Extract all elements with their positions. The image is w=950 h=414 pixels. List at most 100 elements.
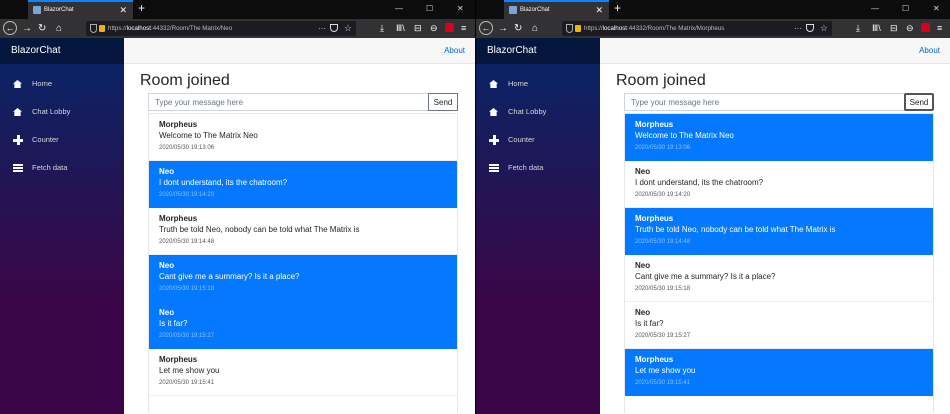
library-icon[interactable]: Ⅲ\ xyxy=(396,21,405,36)
account-icon[interactable]: ⊖ xyxy=(906,21,914,36)
bookmark-star-icon[interactable]: ☆ xyxy=(344,21,352,36)
send-button[interactable]: Send xyxy=(904,93,934,111)
message-timestamp: 2020/05/30 19:15:27 xyxy=(635,333,691,339)
reload-icon[interactable]: ↻ xyxy=(38,21,46,36)
page-actions-icon[interactable]: ··· xyxy=(318,21,326,36)
navigation-toolbar: ← → ↻ ⌂ https://localhost:44332/Room/The… xyxy=(0,19,475,38)
brand-title[interactable]: BlazorChat xyxy=(476,38,600,64)
download-icon[interactable]: ⤓ xyxy=(380,21,384,36)
hamburger-menu-icon[interactable]: ≡ xyxy=(937,21,942,36)
about-link[interactable]: About xyxy=(444,38,465,64)
browser-tab[interactable]: BlazorChat ✕ xyxy=(504,0,609,19)
library-icon[interactable]: Ⅲ\ xyxy=(872,21,881,36)
message-timestamp: 2020/05/30 19:15:18 xyxy=(635,286,691,292)
nav-item-counter[interactable]: Counter xyxy=(476,126,600,154)
reload-icon[interactable]: ↻ xyxy=(514,21,522,36)
url-host: localhost xyxy=(602,25,627,32)
message-author: Morpheus xyxy=(159,355,198,364)
home-icon[interactable]: ⌂ xyxy=(56,21,62,36)
brand-title[interactable]: BlazorChat xyxy=(0,38,124,64)
page-actions-icon[interactable]: ··· xyxy=(794,21,802,36)
tab-close-icon[interactable]: ✕ xyxy=(595,2,603,19)
message-timestamp: 2020/05/30 19:14:48 xyxy=(159,239,215,245)
bookmark-star-icon[interactable]: ☆ xyxy=(820,21,828,36)
nav-label: Counter xyxy=(32,135,59,144)
new-tab-icon[interactable]: + xyxy=(614,1,621,16)
minimize-icon[interactable]: — xyxy=(871,2,879,15)
message-text: Truth be told Neo, nobody can be told wh… xyxy=(159,225,360,234)
tab-title: BlazorChat xyxy=(44,7,74,13)
main-area: About Room joined Send Morpheus Welcome t… xyxy=(124,38,475,414)
lock-icon[interactable] xyxy=(99,25,105,32)
address-bar[interactable]: https://localhost:44332/Room/The Matrix/… xyxy=(86,21,356,36)
message-text: I dont understand, its the chatroom? xyxy=(635,178,764,187)
addon-badge-icon[interactable] xyxy=(445,23,454,32)
chat-message: Morpheus Truth be told Neo, nobody can be… xyxy=(149,208,457,255)
forward-arrow-icon[interactable]: → xyxy=(22,21,32,36)
chat-message: Neo I dont understand, its the chatroom? 2… xyxy=(625,161,933,208)
message-text: Welcome to The Matrix Neo xyxy=(635,131,734,140)
message-timestamp: 2020/05/30 19:15:41 xyxy=(159,380,215,386)
message-author: Neo xyxy=(159,308,175,317)
page-content: BlazorChat Home Chat Lobby Counter Fetch… xyxy=(476,38,950,414)
nav-item-fetch-data[interactable]: Fetch data xyxy=(0,154,124,182)
message-text: Cant give me a summary? Is it a place? xyxy=(635,272,776,281)
message-author: Neo xyxy=(635,167,651,176)
tracking-shield-icon[interactable] xyxy=(90,24,97,33)
window-close-icon[interactable]: ✕ xyxy=(933,2,940,15)
pocket-icon[interactable] xyxy=(330,24,338,32)
browser-window-morpheus: BlazorChat ✕ + — ☐ ✕ ← → ↻ ⌂ https://loc… xyxy=(475,0,950,414)
nav-item-chat-lobby[interactable]: Chat Lobby xyxy=(0,98,124,126)
lock-icon[interactable] xyxy=(575,25,581,32)
message-timestamp: 2020/05/30 19:15:41 xyxy=(635,380,691,386)
url-prefix: https:// xyxy=(108,25,127,32)
nav-item-fetch-data[interactable]: Fetch data xyxy=(476,154,600,182)
back-arrow-icon[interactable]: ← xyxy=(479,21,493,35)
addon-badge-icon[interactable] xyxy=(921,23,930,32)
download-icon[interactable]: ⤓ xyxy=(856,21,860,36)
app-sidebar: BlazorChat Home Chat Lobby Counter Fetch… xyxy=(476,38,600,414)
sidebar-icon[interactable]: ⊟ xyxy=(414,21,422,36)
window-close-icon[interactable]: ✕ xyxy=(457,2,464,15)
plus-icon xyxy=(13,135,23,145)
message-author: Neo xyxy=(635,261,651,270)
nav-item-chat-lobby[interactable]: Chat Lobby xyxy=(476,98,600,126)
nav-label: Counter xyxy=(508,135,535,144)
home-icon[interactable]: ⌂ xyxy=(532,21,538,36)
tracking-shield-icon[interactable] xyxy=(566,24,573,33)
message-input[interactable] xyxy=(148,93,429,111)
chat-message: Neo I dont understand, its the chatroom? 2… xyxy=(149,161,457,208)
about-link[interactable]: About xyxy=(919,38,940,64)
back-arrow-icon[interactable]: ← xyxy=(3,21,17,35)
message-timestamp: 2020/05/30 19:15:18 xyxy=(159,286,215,292)
message-author: Morpheus xyxy=(635,120,674,129)
message-author: Morpheus xyxy=(159,214,198,223)
app-sidebar: BlazorChat Home Chat Lobby Counter Fetch… xyxy=(0,38,124,414)
home-icon xyxy=(13,108,22,116)
url-path: :44332/Room/The Matrix/Morpheus xyxy=(627,25,725,32)
message-input[interactable] xyxy=(624,93,905,111)
browser-tab[interactable]: BlazorChat ✕ xyxy=(28,0,133,19)
forward-arrow-icon[interactable]: → xyxy=(498,21,508,36)
nav-item-counter[interactable]: Counter xyxy=(0,126,124,154)
url-prefix: https:// xyxy=(584,25,603,32)
maximize-icon[interactable]: ☐ xyxy=(902,2,909,15)
home-icon xyxy=(13,80,22,88)
sidebar-icon[interactable]: ⊟ xyxy=(890,21,898,36)
new-tab-icon[interactable]: + xyxy=(138,1,145,16)
chat-message: Neo Is it far? 2020/05/30 19:15:27 xyxy=(149,302,457,349)
minimize-icon[interactable]: — xyxy=(395,2,403,15)
tab-close-icon[interactable]: ✕ xyxy=(119,2,127,19)
account-icon[interactable]: ⊖ xyxy=(430,21,438,36)
send-button[interactable]: Send xyxy=(428,93,458,111)
hamburger-menu-icon[interactable]: ≡ xyxy=(461,21,466,36)
message-text: Let me show you xyxy=(635,366,696,375)
nav-item-home[interactable]: Home xyxy=(0,70,124,98)
maximize-icon[interactable]: ☐ xyxy=(426,2,433,15)
nav-label: Chat Lobby xyxy=(508,107,547,116)
nav-item-home[interactable]: Home xyxy=(476,70,600,98)
message-text: Welcome to The Matrix Neo xyxy=(159,131,258,140)
message-text: Is it far? xyxy=(159,319,188,328)
pocket-icon[interactable] xyxy=(806,24,814,32)
address-bar[interactable]: https://localhost:44332/Room/The Matrix/… xyxy=(562,21,832,36)
